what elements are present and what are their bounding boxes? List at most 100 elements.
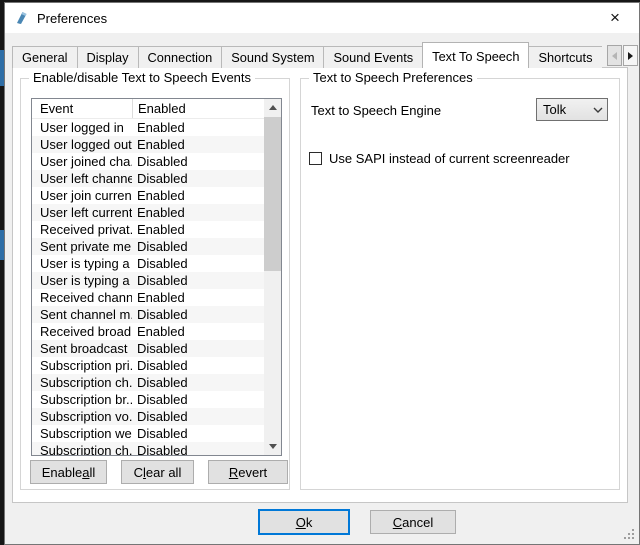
clear-all-button[interactable]: Clear all (121, 460, 194, 484)
event-row[interactable]: Received privat...Enabled (32, 221, 264, 238)
scrollbar-thumb[interactable] (264, 117, 281, 271)
event-row[interactable]: Subscription we...Disabled (32, 425, 264, 442)
event-state-cell: Disabled (132, 238, 264, 255)
event-state-cell: Disabled (132, 374, 264, 391)
event-state-cell: Disabled (132, 255, 264, 272)
event-name-cell: Subscription pri... (32, 357, 132, 374)
enable-all-button[interactable]: Enable all (30, 460, 107, 484)
event-row[interactable]: Subscription ch...Disabled (32, 442, 264, 455)
event-state-cell: Enabled (132, 136, 264, 153)
tab-shortcuts[interactable]: Shortcuts (528, 46, 602, 68)
event-row[interactable]: User is typing a ...Disabled (32, 255, 264, 272)
engine-label: Text to Speech Engine (311, 103, 441, 118)
event-name-cell: User logged in (32, 119, 132, 136)
sapi-checkbox[interactable] (309, 152, 322, 165)
event-row[interactable]: Sent private me...Disabled (32, 238, 264, 255)
event-row[interactable]: Sent broadcast ...Disabled (32, 340, 264, 357)
event-state-cell: Enabled (132, 323, 264, 340)
tab-text-to-speech[interactable]: Text To Speech (422, 42, 529, 68)
titlebar: Preferences × (5, 3, 639, 33)
app-icon (14, 10, 30, 26)
tab-connection[interactable]: Connection (138, 46, 223, 68)
events-table[interactable]: Event Enabled User logged inEnabledUser … (31, 98, 282, 456)
event-name-cell: Subscription ch... (32, 374, 132, 391)
table-header[interactable]: Event Enabled (32, 99, 264, 119)
event-state-cell: Enabled (132, 289, 264, 306)
event-state-cell: Disabled (132, 442, 264, 455)
events-group-title: Enable/disable Text to Speech Events (29, 70, 255, 85)
engine-selected-value: Tolk (537, 102, 589, 117)
events-groupbox: Enable/disable Text to Speech Events Eve… (20, 78, 290, 490)
event-state-cell: Disabled (132, 425, 264, 442)
event-name-cell: User left current... (32, 204, 132, 221)
event-name-cell: Subscription vo... (32, 408, 132, 425)
up-arrow-icon (269, 105, 277, 110)
event-name-cell: Sent private me... (32, 238, 132, 255)
tts-preferences-groupbox: Text to Speech Preferences Text to Speec… (300, 78, 620, 490)
event-state-cell: Enabled (132, 119, 264, 136)
event-row[interactable]: Subscription vo...Disabled (32, 408, 264, 425)
event-state-cell: Enabled (132, 221, 264, 238)
table-rows: User logged inEnabledUser logged outEnab… (32, 119, 264, 455)
event-state-cell: Disabled (132, 391, 264, 408)
event-row[interactable]: User logged inEnabled (32, 119, 264, 136)
event-state-cell: Disabled (132, 340, 264, 357)
event-state-cell: Disabled (132, 272, 264, 289)
event-name-cell: User joined cha... (32, 153, 132, 170)
right-arrow-icon (628, 52, 633, 60)
column-header-event[interactable]: Event (32, 99, 132, 118)
event-name-cell: User logged out (32, 136, 132, 153)
resize-grip-icon[interactable] (624, 529, 636, 541)
event-state-cell: Disabled (132, 153, 264, 170)
tab-video[interactable]: Video (602, 46, 603, 68)
event-row[interactable]: User joined cha...Disabled (32, 153, 264, 170)
left-arrow-icon (612, 52, 617, 60)
engine-combobox[interactable]: Tolk (536, 98, 608, 121)
event-row[interactable]: User logged outEnabled (32, 136, 264, 153)
ok-button[interactable]: Ok (258, 509, 350, 535)
sapi-checkbox-row[interactable]: Use SAPI instead of current screenreader (309, 151, 570, 166)
close-button[interactable]: × (597, 3, 633, 33)
event-state-cell: Enabled (132, 187, 264, 204)
vertical-scrollbar[interactable] (264, 99, 281, 455)
event-state-cell: Disabled (132, 170, 264, 187)
column-header-enabled[interactable]: Enabled (132, 99, 264, 118)
event-row[interactable]: Subscription pri...Disabled (32, 357, 264, 374)
event-state-cell: Disabled (132, 408, 264, 425)
event-row[interactable]: Subscription br...Disabled (32, 391, 264, 408)
sapi-checkbox-label[interactable]: Use SAPI instead of current screenreader (329, 151, 570, 166)
tab-sound-system[interactable]: Sound System (221, 46, 324, 68)
event-name-cell: Sent channel m... (32, 306, 132, 323)
revert-button[interactable]: Revert (208, 460, 288, 484)
event-name-cell: Subscription br... (32, 391, 132, 408)
event-row[interactable]: User join curren...Enabled (32, 187, 264, 204)
event-state-cell: Disabled (132, 306, 264, 323)
event-name-cell: User is typing a ... (32, 255, 132, 272)
event-name-cell: User is typing a ... (32, 272, 132, 289)
tts-group-title: Text to Speech Preferences (309, 70, 477, 85)
down-arrow-icon (269, 444, 277, 449)
event-row[interactable]: Received broad...Enabled (32, 323, 264, 340)
event-row[interactable]: Received chann...Enabled (32, 289, 264, 306)
tab-general[interactable]: General (12, 46, 78, 68)
preferences-dialog: Preferences × GeneralDisplayConnectionSo… (4, 2, 640, 545)
event-row[interactable]: Sent channel m...Disabled (32, 306, 264, 323)
chevron-down-icon (589, 107, 607, 113)
event-row[interactable]: User left current...Enabled (32, 204, 264, 221)
scroll-down-button[interactable] (264, 438, 281, 455)
tab-display[interactable]: Display (77, 46, 139, 68)
event-row[interactable]: Subscription ch...Disabled (32, 374, 264, 391)
event-name-cell: Sent broadcast ... (32, 340, 132, 357)
event-row[interactable]: User is typing a ...Disabled (32, 272, 264, 289)
event-state-cell: Enabled (132, 204, 264, 221)
scroll-up-button[interactable] (264, 99, 281, 116)
cancel-button[interactable]: Cancel (370, 510, 456, 534)
event-row[interactable]: User left channelDisabled (32, 170, 264, 187)
tab-sound-events[interactable]: Sound Events (323, 46, 423, 68)
event-state-cell: Disabled (132, 357, 264, 374)
event-name-cell: User left channel (32, 170, 132, 187)
event-name-cell: Subscription we... (32, 425, 132, 442)
event-name-cell: Subscription ch... (32, 442, 132, 455)
tab-scroll-right-button[interactable] (623, 45, 638, 66)
tab-scroll-left-button (607, 45, 622, 66)
